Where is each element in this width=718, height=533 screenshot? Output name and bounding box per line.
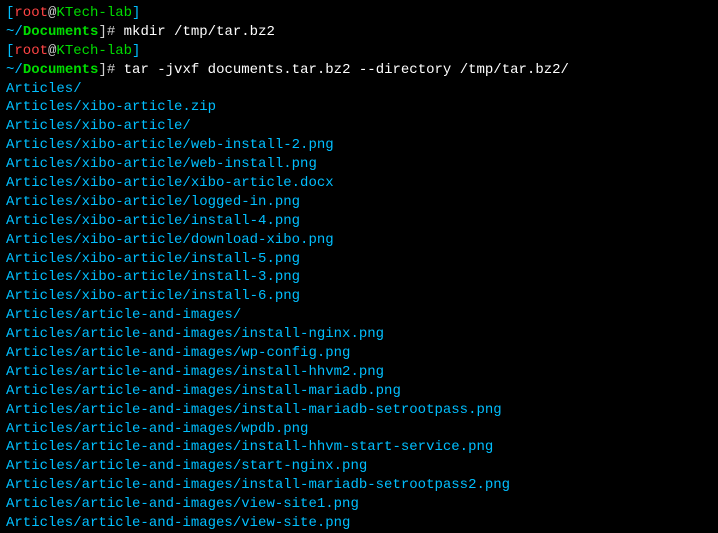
prompt-tilde: ~/ <box>6 24 23 40</box>
output-line: Articles/article-and-images/ <box>6 306 712 325</box>
output-line: Articles/article-and-images/start-nginx.… <box>6 457 712 476</box>
output-line: Articles/xibo-article/logged-in.png <box>6 193 712 212</box>
command-text: tar -jvxf documents.tar.bz2 --directory … <box>115 62 569 78</box>
command-text: mkdir /tmp/tar.bz2 <box>115 24 275 40</box>
output-line: Articles/xibo-article/install-3.png <box>6 268 712 287</box>
output-line: Articles/xibo-article/install-5.png <box>6 250 712 269</box>
prompt-path: Documents <box>23 62 99 78</box>
bracket-close: ] <box>132 5 140 21</box>
output-line: Articles/ <box>6 80 712 99</box>
prompt-line-1: [root@KTech-lab] <box>6 4 712 23</box>
output-line: Articles/article-and-images/wpdb.png <box>6 420 712 439</box>
prompt-host: KTech-lab <box>56 5 132 21</box>
output-line: Articles/xibo-article/web-install-2.png <box>6 136 712 155</box>
prompt-line-2: [root@KTech-lab] <box>6 42 712 61</box>
output-line: Articles/article-and-images/install-mari… <box>6 401 712 420</box>
output-line: Articles/article-and-images/install-hhvm… <box>6 363 712 382</box>
command-line-1: ~/Documents]# mkdir /tmp/tar.bz2 <box>6 23 712 42</box>
output-line: Articles/xibo-article/ <box>6 117 712 136</box>
output-line: Articles/article-and-images/install-mari… <box>6 382 712 401</box>
output-line: Articles/xibo-article/download-xibo.png <box>6 231 712 250</box>
prompt-user: root <box>14 5 48 21</box>
prompt-user: root <box>14 43 48 59</box>
command-line-2: ~/Documents]# tar -jvxf documents.tar.bz… <box>6 61 712 80</box>
output-line: Articles/article-and-images/install-mari… <box>6 476 712 495</box>
prompt-hash: ]# <box>98 62 115 78</box>
output-line: Articles/xibo-article/web-install.png <box>6 155 712 174</box>
prompt-path: Documents <box>23 24 99 40</box>
prompt-hash: ]# <box>98 24 115 40</box>
output-line: Articles/xibo-article/xibo-article.docx <box>6 174 712 193</box>
output-line: Articles/xibo-article/install-6.png <box>6 287 712 306</box>
output-line: Articles/xibo-article.zip <box>6 98 712 117</box>
prompt-host: KTech-lab <box>56 43 132 59</box>
output-line: Articles/article-and-images/view-site.pn… <box>6 514 712 533</box>
output-container: Articles/Articles/xibo-article.zipArticl… <box>6 80 712 533</box>
output-line: Articles/article-and-images/install-ngin… <box>6 325 712 344</box>
output-line: Articles/article-and-images/install-hhvm… <box>6 438 712 457</box>
bracket-close: ] <box>132 43 140 59</box>
output-line: Articles/article-and-images/wp-config.pn… <box>6 344 712 363</box>
output-line: Articles/xibo-article/install-4.png <box>6 212 712 231</box>
prompt-tilde: ~/ <box>6 62 23 78</box>
terminal[interactable]: [root@KTech-lab] ~/Documents]# mkdir /tm… <box>6 4 712 533</box>
